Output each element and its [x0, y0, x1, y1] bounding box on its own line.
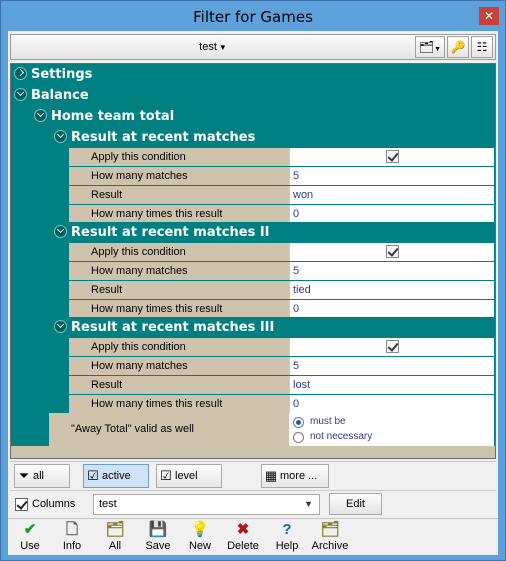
row-result: Result won — [69, 186, 495, 205]
times-result-field[interactable]: 0 — [289, 395, 494, 413]
filter-window: Filter for Games ✕ test ▼ 🗂▼ 🔑 ☷ Settings — [0, 0, 506, 561]
client-area: test ▼ 🗂▼ 🔑 ☷ Settings Balance Home team … — [8, 31, 498, 555]
delete-icon: ✖ — [236, 521, 250, 538]
film-icon: ▦ — [264, 468, 278, 483]
home-team-total-node[interactable]: Home team total — [31, 106, 495, 127]
filter-tree: Settings Balance Home team total Result … — [10, 63, 496, 459]
help-button[interactable]: ? Help — [265, 521, 309, 555]
settings-node[interactable]: Settings — [11, 64, 495, 85]
more-button[interactable]: ▦ more ... — [261, 464, 329, 488]
checkmark-icon: ✔ — [23, 521, 37, 538]
new-button[interactable]: 💡 New — [178, 521, 222, 555]
apply-condition-cell[interactable] — [289, 243, 494, 261]
collapse-icon[interactable] — [34, 109, 47, 122]
row-apply-condition: Apply this condition — [69, 148, 495, 167]
filter-toolbar: test ▼ 🗂▼ 🔑 ☷ — [10, 34, 496, 60]
must-be-radio[interactable] — [293, 417, 304, 428]
row-how-many-matches: How many matches 5 — [69, 167, 495, 186]
info-icon: 🗋 — [65, 521, 79, 538]
funnel-icon: ⏷ — [18, 468, 30, 483]
lightbulb-icon: 💡 — [190, 521, 210, 538]
away-total-label: "Away Total" valid as well — [49, 413, 289, 446]
not-necessary-radio[interactable] — [293, 432, 304, 443]
apply-condition-cell[interactable] — [289, 148, 494, 166]
chevron-down-icon: ▼ — [304, 499, 313, 509]
all-button[interactable]: 🗂 All — [93, 521, 137, 555]
group-recent-matches-2[interactable]: Result at recent matches II — [51, 222, 495, 243]
filter-selector[interactable]: test ▼ — [13, 36, 413, 58]
delete-button[interactable]: ✖ Delete — [221, 521, 265, 555]
away-total-options: must be not necessary — [289, 413, 494, 446]
checkbox-icon: ☑ — [87, 468, 99, 483]
folders-menu-button[interactable]: 🗂▼ — [415, 36, 445, 58]
columns-select[interactable]: test ▼ — [93, 494, 320, 515]
apply-condition-cell[interactable] — [289, 338, 494, 356]
group-recent-matches-1[interactable]: Result at recent matches — [51, 127, 495, 148]
collapse-icon[interactable] — [14, 88, 27, 101]
use-button[interactable]: ✔ Use — [8, 521, 52, 555]
filter-name: test — [199, 41, 217, 53]
tree-view-button[interactable]: ☷ — [471, 36, 493, 58]
all-folders-icon: 🗂 — [105, 521, 125, 538]
folders-icon: 🗂 — [418, 40, 435, 54]
archive-button[interactable]: 🗂 Archive — [308, 521, 352, 555]
title-bar: Filter for Games ✕ — [1, 1, 505, 31]
row-apply-condition: Apply this condition — [69, 338, 495, 357]
group-recent-matches-3[interactable]: Result at recent matches III — [51, 317, 495, 338]
help-icon: ? — [282, 521, 292, 538]
collapse-icon[interactable] — [54, 320, 67, 333]
collapse-icon[interactable] — [54, 130, 67, 143]
chevron-down-icon: ▼ — [218, 43, 227, 52]
archive-icon: 🗂 — [320, 521, 340, 538]
save-icon: 💾 — [148, 521, 168, 538]
must-be-label[interactable]: must be — [310, 416, 346, 427]
key-button[interactable]: 🔑 — [447, 36, 469, 58]
how-many-matches-field[interactable]: 5 — [289, 167, 494, 185]
save-button[interactable]: 💾 Save — [136, 521, 180, 555]
collapse-icon[interactable] — [54, 225, 67, 238]
tree-view-icon: ☷ — [476, 40, 488, 54]
window-title: Filter for Games — [193, 8, 313, 26]
apply-condition-checkbox[interactable] — [386, 340, 399, 353]
not-necessary-label[interactable]: not necessary — [310, 431, 372, 442]
columns-row: Columns test ▼ Edit — [10, 490, 496, 516]
apply-condition-checkbox[interactable] — [386, 150, 399, 163]
row-result: Result lost — [69, 376, 495, 395]
result-field[interactable]: won — [289, 186, 494, 204]
times-result-field[interactable]: 0 — [289, 205, 494, 223]
how-many-matches-field[interactable]: 5 — [289, 262, 494, 280]
columns-label[interactable]: Columns — [32, 498, 75, 510]
close-button[interactable]: ✕ — [479, 7, 499, 25]
edit-columns-button[interactable]: Edit — [329, 493, 382, 515]
level-icon: ☑ — [160, 468, 172, 483]
row-times-result: How many times this result 0 — [69, 395, 495, 414]
key-icon: 🔑 — [450, 40, 466, 54]
result-field[interactable]: tied — [289, 281, 494, 299]
apply-condition-checkbox[interactable] — [386, 245, 399, 258]
how-many-matches-field[interactable]: 5 — [289, 357, 494, 375]
info-button[interactable]: 🗋 Info — [50, 521, 94, 555]
row-how-many-matches: How many matches 5 — [69, 357, 495, 376]
row-how-many-matches: How many matches 5 — [69, 262, 495, 281]
action-bar: ✔ Use 🗋 Info 🗂 All 💾 Save 💡 New ✖ Delete… — [8, 518, 498, 555]
columns-checkbox[interactable] — [15, 498, 28, 511]
show-level-button[interactable]: ☑ level — [156, 464, 222, 488]
show-all-button[interactable]: ⏷ all — [14, 464, 70, 488]
view-button-bar: ⏷ all ☑ active ☑ level ▦ more ... — [10, 461, 496, 489]
expand-icon[interactable] — [14, 67, 27, 80]
row-result: Result tied — [69, 281, 495, 300]
balance-node[interactable]: Balance — [11, 85, 495, 106]
times-result-field[interactable]: 0 — [289, 300, 494, 318]
tree-footer — [11, 446, 495, 458]
row-apply-condition: Apply this condition — [69, 243, 495, 262]
row-away-total: "Away Total" valid as well must be not n… — [49, 413, 495, 446]
result-field[interactable]: lost — [289, 376, 494, 394]
show-active-button[interactable]: ☑ active — [83, 464, 149, 488]
